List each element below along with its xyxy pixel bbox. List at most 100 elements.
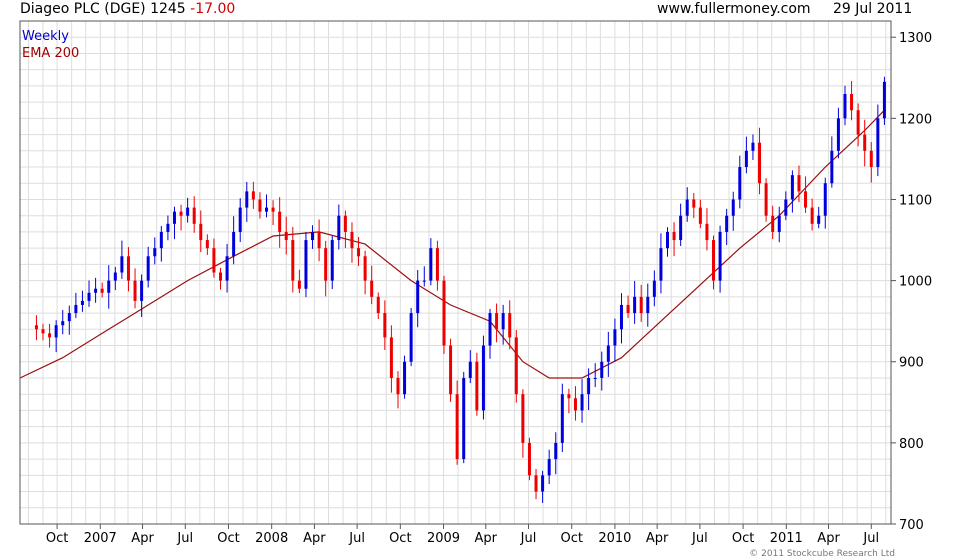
candle (541, 470, 545, 503)
candle-body (705, 223, 709, 241)
candle-body (725, 215, 729, 232)
candle (337, 204, 341, 250)
candle-body (600, 361, 604, 378)
candle-body (501, 313, 505, 330)
candle (744, 136, 748, 174)
candle-body (442, 280, 446, 346)
candle-body (764, 183, 768, 216)
candle (830, 136, 834, 188)
candle (738, 155, 742, 209)
candle-body (475, 361, 479, 411)
candle-body (133, 280, 137, 301)
x-tick-label: Jul (520, 531, 537, 546)
candle-body (449, 345, 453, 395)
candle-body (869, 150, 873, 168)
candle (593, 363, 597, 388)
candle (652, 270, 656, 307)
candle (758, 127, 762, 195)
candle-body (357, 248, 361, 257)
candle (61, 309, 65, 335)
candle (534, 468, 538, 500)
x-tick-label: 2008 (255, 531, 288, 546)
candle-body (481, 345, 485, 411)
candle-body (324, 248, 328, 281)
candle-body (245, 191, 249, 208)
candle-body (882, 81, 886, 119)
candle (462, 371, 466, 464)
candle (567, 388, 571, 414)
x-tick-label: Jul (862, 531, 879, 546)
candle (646, 283, 650, 327)
candle (731, 191, 735, 231)
candle (869, 142, 873, 183)
candle-body (843, 94, 847, 119)
candle (705, 208, 709, 251)
candle-body (777, 215, 781, 232)
candle (278, 197, 282, 248)
candle-body (771, 215, 775, 232)
candle-body (284, 231, 288, 241)
candle-body (271, 207, 275, 212)
y-tick-label: 800 (899, 437, 924, 452)
candle-body (514, 337, 518, 395)
price-chart: 7008009001000110012001300 Oct 2007 Apr Jul O… (19, 20, 932, 559)
candle-body (113, 272, 117, 281)
candle-body (186, 207, 190, 216)
candle (324, 240, 328, 297)
candle-body (587, 377, 591, 395)
candle-body (738, 167, 742, 200)
candle (133, 268, 137, 309)
candle-body (698, 207, 702, 224)
candle (554, 432, 558, 475)
candle-body (54, 325, 58, 338)
candle (258, 192, 262, 219)
x-tick-label: Jul (176, 531, 193, 546)
candle-body (205, 240, 209, 249)
x-tick-label: 2010 (598, 531, 631, 546)
candle (613, 318, 617, 362)
candle (843, 85, 847, 126)
candle-body (100, 288, 104, 293)
candle (823, 177, 827, 229)
x-tick-label: Apr (303, 531, 326, 546)
candle (633, 280, 637, 324)
candle (126, 247, 130, 292)
candle (304, 232, 308, 298)
x-tick-label: 2009 (427, 531, 460, 546)
candle (692, 192, 696, 219)
candle-body (495, 313, 499, 330)
credit-text: © 2011 Stockcube Research Ltd (749, 549, 895, 559)
x-tick-label: Oct (46, 531, 68, 546)
candle-body (462, 377, 466, 460)
candle-body (409, 313, 413, 362)
candle (41, 323, 45, 341)
candle (718, 225, 722, 293)
candle-body (61, 321, 65, 326)
candle-body (403, 361, 407, 395)
y-tick-label: 900 (899, 356, 924, 371)
candle (429, 238, 433, 286)
candle (527, 437, 531, 481)
candle (882, 76, 886, 125)
candle (48, 323, 52, 348)
candle-body (817, 215, 821, 224)
y-tick-label: 1100 (899, 193, 932, 208)
candle (790, 170, 794, 213)
candle-body (527, 442, 531, 476)
candle-body (665, 231, 669, 249)
candle-body (679, 215, 683, 241)
candle-body (659, 248, 663, 281)
candle (179, 204, 183, 231)
legend-ema: EMA 200 (22, 46, 79, 61)
candle-body (593, 377, 597, 379)
candle (87, 280, 91, 307)
candle-body (580, 394, 584, 411)
candle-body (836, 118, 840, 151)
candle-body (140, 280, 144, 301)
candle (547, 449, 551, 484)
candle-body (692, 199, 696, 208)
candle-body (297, 280, 301, 289)
candle-body (291, 240, 295, 281)
candle-body (830, 150, 834, 184)
candle-body (172, 211, 176, 224)
